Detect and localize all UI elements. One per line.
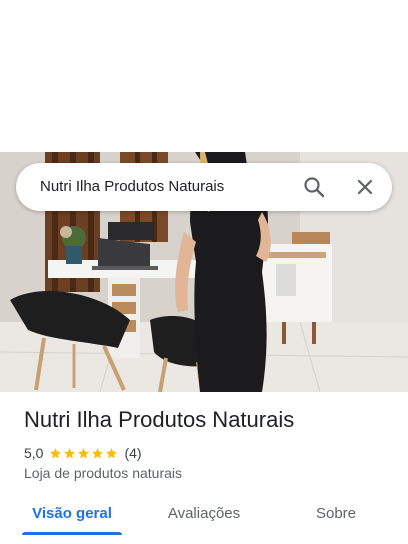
- review-count[interactable]: (4): [124, 445, 141, 461]
- star-icon: [106, 447, 118, 458]
- star-icon: [64, 447, 76, 458]
- close-icon[interactable]: [353, 175, 377, 199]
- search-bar[interactable]: Nutri Ilha Produtos Naturais: [16, 163, 392, 211]
- rating-row[interactable]: 5,0 (4): [24, 443, 142, 463]
- map-blank-area: [0, 0, 408, 152]
- tab-reviews[interactable]: Avaliações: [154, 496, 254, 532]
- star-rating: [49, 447, 119, 460]
- place-name: Nutri Ilha Produtos Naturais: [24, 407, 295, 432]
- active-tab-indicator: [22, 532, 122, 535]
- star-icon: [92, 447, 104, 458]
- star-icon: [78, 447, 90, 458]
- tab-overview[interactable]: Visão geral: [22, 496, 122, 532]
- place-category: Loja de produtos naturais: [24, 465, 182, 481]
- tab-about[interactable]: Sobre: [296, 496, 376, 532]
- place-tabs: Visão geral Avaliações Sobre: [0, 496, 408, 544]
- search-input[interactable]: Nutri Ilha Produtos Naturais: [40, 163, 224, 211]
- search-icon[interactable]: [302, 175, 326, 199]
- rating-value: 5,0: [24, 445, 44, 461]
- star-icon: [50, 447, 62, 458]
